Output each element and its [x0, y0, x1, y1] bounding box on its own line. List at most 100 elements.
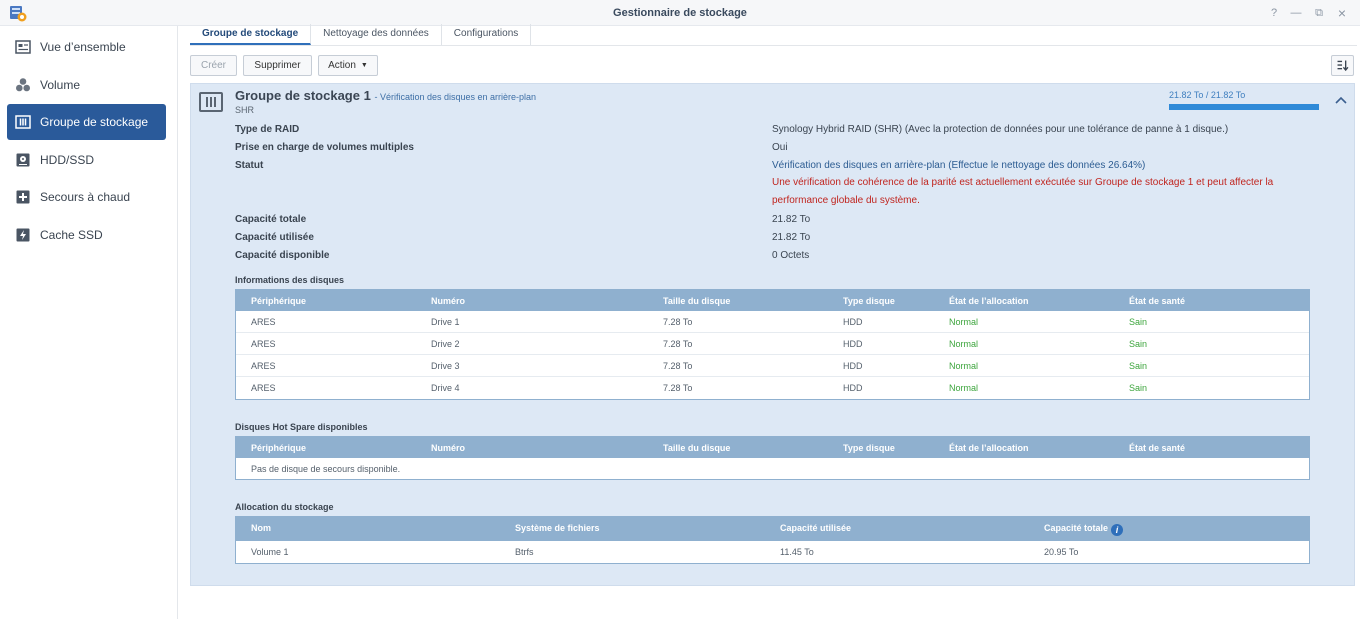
- cell-allocation: Normal: [949, 383, 979, 393]
- tab-data-scrubbing[interactable]: Nettoyage des données: [311, 24, 442, 45]
- column-header[interactable]: Nom: [251, 523, 271, 533]
- table-row[interactable]: ARES Drive 1 7.28 To HDD Normal Sain: [236, 311, 1309, 333]
- sidebar-item-storage-pool[interactable]: Groupe de stockage: [7, 104, 166, 140]
- action-label: Action: [328, 60, 356, 71]
- column-header[interactable]: Numéro: [431, 296, 465, 306]
- sidebar-item-ssd-cache[interactable]: Cache SSD: [7, 217, 166, 253]
- cell-number: Drive 4: [431, 383, 460, 393]
- cell-size: 7.28 To: [663, 361, 693, 371]
- cell-size: 7.28 To: [663, 317, 693, 327]
- table-row[interactable]: ARES Drive 2 7.28 To HDD Normal Sain: [236, 333, 1309, 355]
- sidebar-item-label: Groupe de stockage: [40, 115, 149, 129]
- column-header[interactable]: Capacité utilisée: [780, 523, 851, 533]
- sidebar-item-hdd-ssd[interactable]: HDD/SSD: [7, 142, 166, 178]
- hot-spare-icon: [16, 190, 30, 204]
- raid-type-label: Type de RAID: [235, 124, 300, 135]
- column-header[interactable]: Type disque: [843, 296, 895, 306]
- table-row[interactable]: ARES Drive 3 7.28 To HDD Normal Sain: [236, 355, 1309, 377]
- cell-health: Sain: [1129, 383, 1148, 393]
- minimize-icon[interactable]: —: [1288, 5, 1304, 21]
- column-header[interactable]: Type disque: [843, 443, 895, 453]
- cell-used-capacity: 11.45 To: [780, 547, 814, 557]
- raid-type-value: Synology Hybrid RAID (SHR) (Avec la prot…: [772, 124, 1229, 135]
- tab-divider: [190, 45, 1357, 46]
- cell-allocation: Normal: [949, 317, 979, 327]
- info-icon[interactable]: i: [1111, 524, 1124, 536]
- maximize-icon[interactable]: ⧉: [1311, 5, 1327, 21]
- cell-health: Sain: [1129, 317, 1148, 327]
- pool-title[interactable]: Groupe de stockage 1 - Vérification des …: [235, 88, 536, 103]
- column-header[interactable]: État de l’allocation: [949, 443, 1029, 453]
- caret-down-icon: ▼: [360, 62, 368, 69]
- allocation-title: Allocation du stockage: [235, 502, 334, 512]
- storage-pool-large-icon: [199, 92, 223, 112]
- column-header[interactable]: Taille du disque: [663, 296, 730, 306]
- available-capacity-value: 0 Octets: [772, 250, 810, 261]
- window-title: Gestionnaire de stockage: [613, 7, 747, 19]
- pool-name: Groupe de stockage 1: [235, 88, 371, 103]
- sort-button[interactable]: [1331, 55, 1354, 76]
- sidebar-item-label: Volume: [40, 78, 81, 92]
- cell-device: ARES: [251, 383, 276, 393]
- column-header[interactable]: Capacité totale i: [1044, 523, 1124, 536]
- cell-device: ARES: [251, 339, 276, 349]
- available-capacity-label: Capacité disponible: [235, 250, 330, 261]
- collapse-chevron-icon[interactable]: [1335, 96, 1347, 104]
- cell-size: 7.28 To: [663, 383, 693, 393]
- cell-total-capacity: 20.95 To: [1044, 547, 1079, 557]
- column-header[interactable]: Taille du disque: [663, 443, 730, 453]
- title-bar: Gestionnaire de stockage ? — ⧉ ×: [0, 0, 1360, 26]
- column-header[interactable]: État de santé: [1129, 296, 1185, 306]
- column-header[interactable]: Système de fichiers: [515, 523, 600, 533]
- storage-pool-icon: [15, 115, 31, 129]
- status-warning: Une vérification de cohérence de la pari…: [772, 177, 1274, 206]
- column-header[interactable]: Périphérique: [251, 296, 306, 306]
- multi-volume-value: Oui: [772, 142, 788, 153]
- table-row[interactable]: Volume 1 Btrfs 11.45 To 20.95 To: [236, 541, 1309, 563]
- ssd-cache-icon: [16, 228, 30, 242]
- cell-allocation: Normal: [949, 339, 979, 349]
- total-capacity-label: Capacité totale: [235, 214, 307, 225]
- column-header[interactable]: Numéro: [431, 443, 465, 453]
- sidebar: Vue d’ensemble Volume Groupe de stockage…: [0, 26, 178, 619]
- table-header: Périphérique Numéro Taille du disque Typ…: [236, 290, 1309, 311]
- status-label: Statut: [235, 160, 264, 171]
- overview-icon: [15, 40, 31, 54]
- used-capacity-label: Capacité utilisée: [235, 232, 314, 243]
- capacity-bar-fill: [1169, 104, 1319, 110]
- cell-name: Volume 1: [251, 547, 289, 557]
- action-dropdown[interactable]: Action ▼: [318, 55, 378, 76]
- disk-info-title: Informations des disques: [235, 275, 345, 285]
- column-header[interactable]: Périphérique: [251, 443, 306, 453]
- table-header: Périphérique Numéro Taille du disque Typ…: [236, 437, 1309, 458]
- cell-number: Drive 2: [431, 339, 460, 349]
- volume-icon: [16, 78, 30, 92]
- table-row[interactable]: ARES Drive 4 7.28 To HDD Normal Sain: [236, 377, 1309, 399]
- capacity-text: 21.82 To / 21.82 To: [1169, 90, 1246, 100]
- allocation-table: Nom Système de fichiers Capacité utilisé…: [235, 516, 1310, 564]
- total-capacity-value: 21.82 To: [772, 214, 811, 225]
- sidebar-item-label: Vue d’ensemble: [40, 40, 126, 54]
- column-header[interactable]: État de santé: [1129, 443, 1185, 453]
- sidebar-item-hot-spare[interactable]: Secours à chaud: [7, 179, 166, 215]
- sidebar-item-volume[interactable]: Volume: [7, 67, 166, 103]
- table-header: Nom Système de fichiers Capacité utilisé…: [236, 517, 1309, 541]
- cell-number: Drive 3: [431, 361, 460, 371]
- tab-configurations[interactable]: Configurations: [442, 24, 532, 45]
- sort-icon: [1337, 60, 1349, 72]
- cell-type: HDD: [843, 339, 863, 349]
- tab-storage-pool[interactable]: Groupe de stockage: [190, 24, 312, 45]
- cell-device: ARES: [251, 317, 276, 327]
- disk-info-table: Périphérique Numéro Taille du disque Typ…: [235, 289, 1310, 400]
- delete-button[interactable]: Supprimer: [243, 55, 312, 76]
- close-icon[interactable]: ×: [1334, 5, 1350, 21]
- create-button[interactable]: Créer: [190, 55, 237, 76]
- cell-health: Sain: [1129, 339, 1148, 349]
- cell-device: ARES: [251, 361, 276, 371]
- column-header[interactable]: État de l’allocation: [949, 296, 1029, 306]
- cell-number: Drive 1: [431, 317, 460, 327]
- capacity-bar: [1169, 104, 1319, 110]
- used-capacity-value: 21.82 To: [772, 232, 811, 243]
- sidebar-item-overview[interactable]: Vue d’ensemble: [7, 29, 166, 65]
- help-icon[interactable]: ?: [1266, 5, 1282, 21]
